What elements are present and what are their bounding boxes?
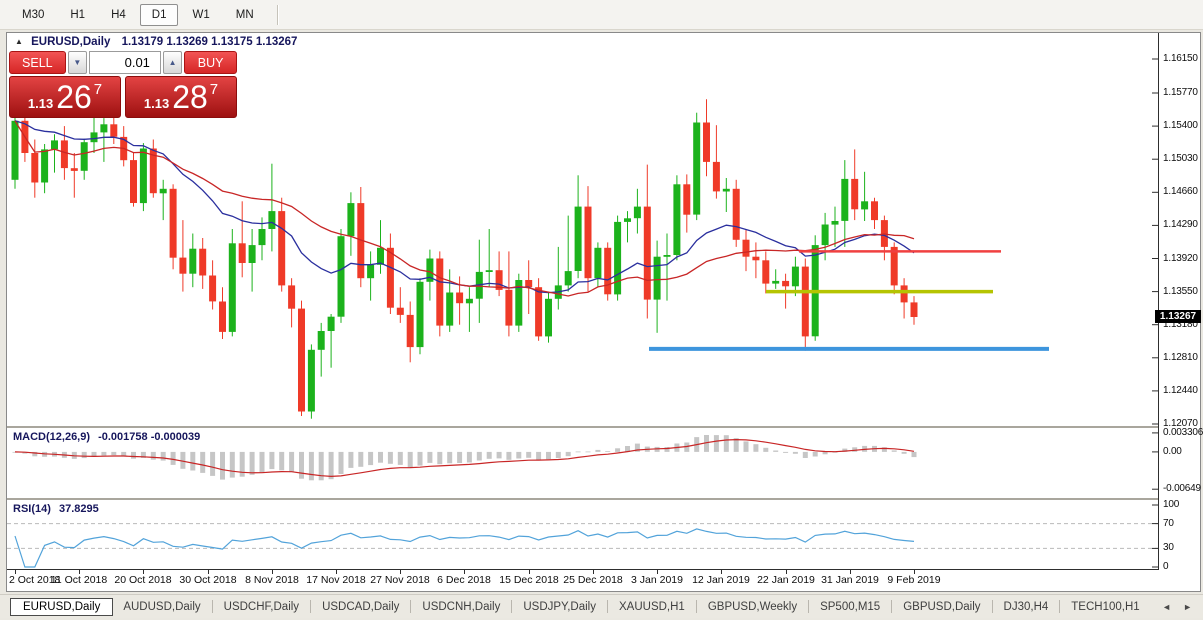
timeframe-button-m30[interactable]: M30 (10, 4, 56, 26)
date-axis-line (7, 569, 1159, 570)
tab-separator (1059, 600, 1060, 613)
date-axis-label: 6 Dec 2018 (437, 574, 491, 586)
tab-separator (808, 600, 809, 613)
chart-tab-dj30-h4[interactable]: DJ30,H4 (994, 598, 1059, 616)
price-axis-label: 1.15030 (1163, 153, 1203, 164)
sell-button[interactable]: SELL (9, 51, 66, 74)
date-axis-label: 15 Dec 2018 (499, 574, 559, 586)
timeframe-toolbar: M30H1H4D1W1MN (0, 0, 1203, 30)
volume-decrease-button[interactable]: ▼ (68, 51, 87, 74)
timeframe-button-d1[interactable]: D1 (140, 4, 179, 26)
volume-input[interactable] (89, 51, 161, 74)
macd-axis-label: 0.003306 (1163, 427, 1203, 438)
tab-scrollers: ◄ ► (1157, 600, 1203, 614)
one-click-trading-panel: SELL ▼ ▲ BUY 1.13 26 7 1.13 28 7 (9, 51, 237, 118)
collapse-arrow-icon[interactable]: ▲ (15, 37, 23, 46)
rsi-indicator-chart[interactable] (7, 500, 1158, 568)
tab-separator (310, 600, 311, 613)
macd-values: -0.001758 -0.000039 (98, 431, 200, 443)
sell-price-prefix: 1.13 (28, 96, 53, 111)
chart-tab-usdjpy-daily[interactable]: USDJPY,Daily (513, 598, 606, 616)
tab-separator (607, 600, 608, 613)
macd-label: MACD(12,26,9) -0.001758 -0.000039 (13, 431, 200, 443)
rsi-axis-label: 30 (1163, 542, 1203, 553)
buy-price-prefix: 1.13 (144, 96, 169, 111)
date-axis-label: 11 Oct 2018 (51, 574, 107, 586)
price-axis-label: 1.14290 (1163, 219, 1203, 230)
macd-axis-label: 0.00 (1163, 446, 1203, 457)
chart-symbol: EURUSD,Daily (31, 36, 110, 48)
chart-tab-bar: EURUSD,DailyAUDUSD,DailyUSDCHF,DailyUSDC… (0, 594, 1203, 618)
chart-tab-gbpusd-daily[interactable]: GBPUSD,Daily (893, 598, 990, 616)
timeframe-button-h4[interactable]: H4 (99, 4, 138, 26)
price-axis-label: 1.12810 (1163, 352, 1203, 363)
price-axis-label: 1.15770 (1163, 87, 1203, 98)
chart-tab-audusd-daily[interactable]: AUDUSD,Daily (113, 598, 210, 616)
rsi-axis-label: 70 (1163, 518, 1203, 529)
tab-separator (511, 600, 512, 613)
volume-increase-button[interactable]: ▲ (163, 51, 182, 74)
date-axis-label: 27 Nov 2018 (370, 574, 430, 586)
timeframe-buttons: M30H1H4D1W1MN (10, 4, 266, 26)
buy-price-tile[interactable]: 1.13 28 7 (125, 76, 237, 118)
price-axis-label: 1.16150 (1163, 53, 1203, 64)
date-axis-label: 25 Dec 2018 (563, 574, 623, 586)
timeframe-button-w1[interactable]: W1 (180, 4, 221, 26)
chart-tab-tech100-h1[interactable]: TECH100,H1 (1061, 598, 1149, 616)
chart-window: ▲ EURUSD,Daily 1.13179 1.13269 1.13175 1… (6, 32, 1201, 592)
tab-separator (992, 600, 993, 613)
rsi-value: 37.8295 (59, 503, 99, 515)
tab-scroll-right-icon[interactable]: ► (1178, 600, 1197, 614)
chart-tab-usdcad-daily[interactable]: USDCAD,Daily (312, 598, 409, 616)
date-axis-label: 31 Jan 2019 (821, 574, 879, 586)
chart-tab-usdcnh-daily[interactable]: USDCNH,Daily (412, 598, 510, 616)
sell-price-tile[interactable]: 1.13 26 7 (9, 76, 121, 118)
price-axis-label: 1.15400 (1163, 120, 1203, 131)
macd-name: MACD(12,26,9) (13, 431, 90, 443)
sell-price-point: 7 (94, 81, 102, 98)
rsi-label: RSI(14) 37.8295 (13, 503, 99, 515)
buy-price-pips: 28 (172, 80, 208, 114)
date-axis-label: 30 Oct 2018 (179, 574, 236, 586)
date-axis-label: 12 Jan 2019 (692, 574, 750, 586)
timeframe-button-mn[interactable]: MN (224, 4, 266, 26)
chart-ohlc-values: 1.13179 1.13269 1.13175 1.13267 (122, 36, 298, 48)
buy-price-point: 7 (210, 81, 218, 98)
chart-tab-eurusd-daily[interactable]: EURUSD,Daily (10, 598, 113, 616)
date-axis-label: 3 Jan 2019 (631, 574, 683, 586)
price-axis-line (1158, 33, 1159, 569)
date-axis-label: 17 Nov 2018 (306, 574, 366, 586)
chart-tab-xauusd-h1[interactable]: XAUUSD,H1 (609, 598, 695, 616)
current-price-tag: 1.13267 (1155, 310, 1201, 323)
price-axis-label: 1.13920 (1163, 253, 1203, 264)
macd-signal-line (15, 440, 914, 477)
tab-separator (410, 600, 411, 613)
date-axis-label: 8 Nov 2018 (245, 574, 299, 586)
date-axis-label: 20 Oct 2018 (114, 574, 171, 586)
date-axis-label: 22 Jan 2019 (757, 574, 815, 586)
tab-separator (212, 600, 213, 613)
tab-separator (891, 600, 892, 613)
toolbar-separator (277, 5, 279, 25)
price-axis-label: 1.14660 (1163, 186, 1203, 197)
ma-slow-line (15, 121, 914, 296)
tab-scroll-left-icon[interactable]: ◄ (1157, 600, 1176, 614)
rsi-axis-label: 100 (1163, 499, 1203, 510)
chart-tabs: EURUSD,DailyAUDUSD,DailyUSDCHF,DailyUSDC… (10, 598, 1150, 616)
price-axis-label: 1.13550 (1163, 286, 1203, 297)
sell-price-pips: 26 (56, 80, 92, 114)
ma-fast-line (15, 121, 914, 293)
date-axis-label: 9 Feb 2019 (887, 574, 940, 586)
chart-tab-gbpusd-weekly[interactable]: GBPUSD,Weekly (698, 598, 807, 616)
timeframe-button-h1[interactable]: H1 (58, 4, 97, 26)
rsi-axis-label: 0 (1163, 561, 1203, 572)
chart-title: ▲ EURUSD,Daily 1.13179 1.13269 1.13175 1… (15, 36, 297, 48)
price-axis-label: 1.12440 (1163, 385, 1203, 396)
tab-separator (696, 600, 697, 613)
buy-button[interactable]: BUY (184, 51, 237, 74)
chart-tab-sp500-m15[interactable]: SP500,M15 (810, 598, 890, 616)
macd-axis-label: -0.00649 (1163, 483, 1203, 494)
rsi-name: RSI(14) (13, 503, 51, 515)
chart-tab-usdchf-daily[interactable]: USDCHF,Daily (214, 598, 309, 616)
